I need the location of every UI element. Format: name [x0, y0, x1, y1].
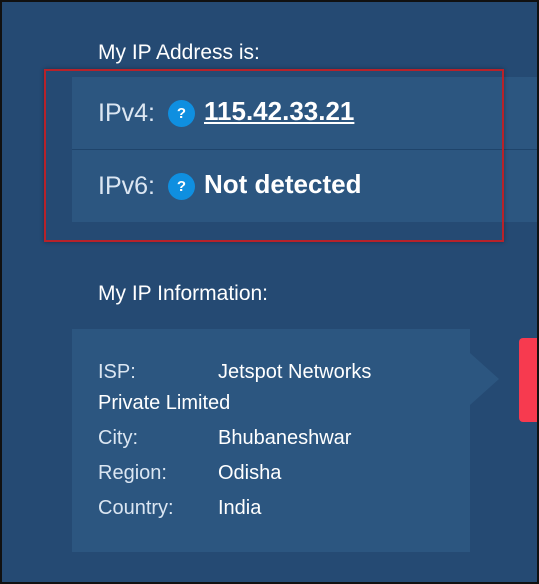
- city-label: City:: [98, 427, 138, 449]
- ipv4-help-icon[interactable]: ?: [168, 100, 195, 127]
- isp-label: ISP:: [98, 361, 136, 383]
- region-label: Region:: [98, 462, 167, 484]
- my-ip-address-title: My IP Address is:: [98, 41, 260, 64]
- ipv4-row: IPv4: ? 115.42.33.21: [72, 77, 537, 149]
- country-label: Country:: [98, 497, 174, 519]
- region-value: Odisha: [218, 462, 282, 484]
- info-panel-pointer: [470, 353, 499, 405]
- my-ip-information-title: My IP Information:: [98, 282, 269, 305]
- ip-address-panel: IPv4: ? 115.42.33.21 IPv6: ? Not detecte…: [72, 77, 537, 222]
- isp-value-line-1: Jetspot Networks: [218, 361, 372, 383]
- ipv4-label: IPv4:: [98, 99, 155, 127]
- isp-value-line-2: Private Limited: [98, 392, 231, 414]
- ipv6-help-icon[interactable]: ?: [168, 173, 195, 200]
- ipv6-label: IPv6:: [98, 172, 155, 200]
- ip-info-screen: My IP Address is: IPv4: ? 115.42.33.21 I…: [0, 0, 539, 584]
- city-value: Bhubaneshwar: [218, 427, 352, 449]
- side-tab[interactable]: [519, 338, 537, 422]
- ipv4-address-link[interactable]: 115.42.33.21: [204, 98, 354, 124]
- ipv6-row: IPv6: ? Not detected: [72, 150, 537, 222]
- country-value: India: [218, 497, 262, 519]
- ipv6-status: Not detected: [204, 169, 362, 199]
